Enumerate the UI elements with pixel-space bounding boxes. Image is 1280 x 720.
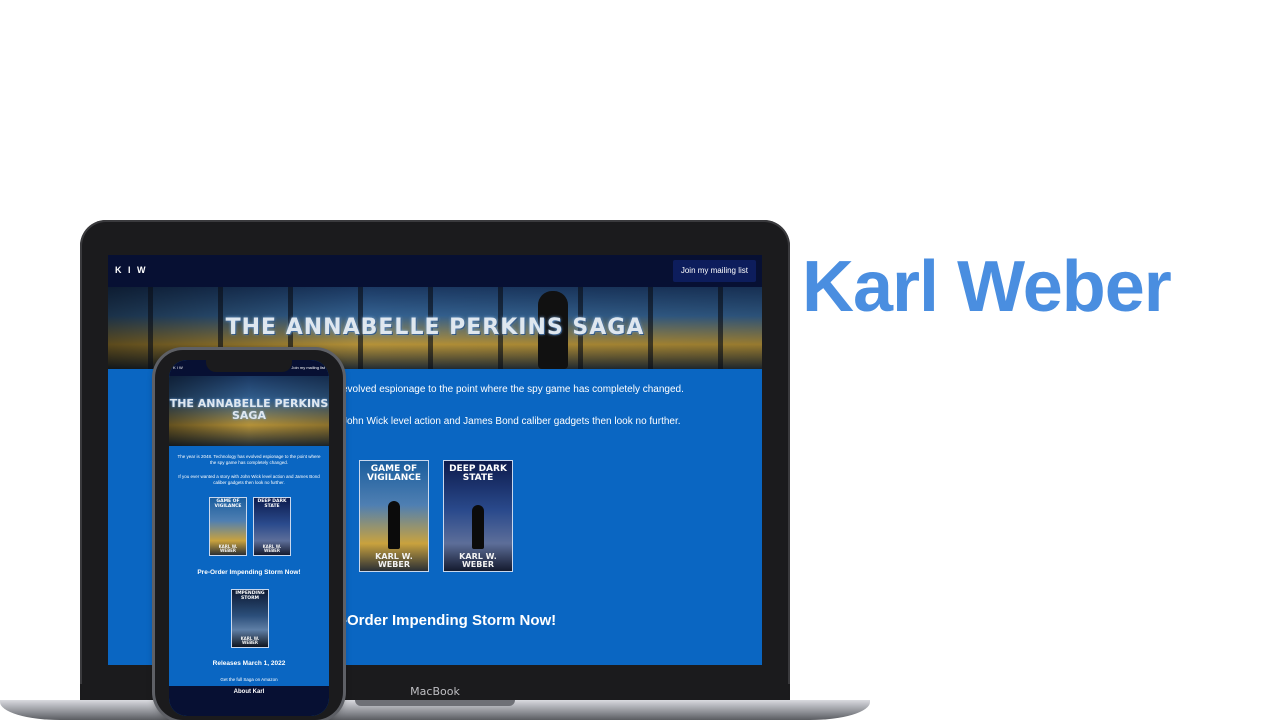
- book-author: KARL W. WEBER: [459, 552, 497, 569]
- book-title: GAME OF VIGILANCE: [366, 464, 422, 483]
- book-author: KARL W. WEBER: [375, 552, 413, 569]
- book-title: DEEP DARK STATE: [257, 499, 287, 509]
- phone-hero-banner: THE ANNABELLE PERKINS SAGA: [169, 376, 329, 446]
- intro-text-line-2: John Wick level action and James Bond ca…: [342, 416, 681, 427]
- phone-intro-text-1: The year is 2048. Technology has evolved…: [177, 454, 321, 465]
- brand-title: Karl Weber: [802, 247, 1172, 327]
- book-title: DEEP DARK STATE: [449, 464, 507, 483]
- phone-intro-text-2: If you ever wanted a story with John Wic…: [178, 474, 320, 485]
- hero-title: THE ANNABELLE PERKINS SAGA: [225, 315, 645, 340]
- phone-notch: [206, 358, 292, 372]
- book-title: IMPENDING STORM: [235, 591, 265, 601]
- phone-hero-title: THE ANNABELLE PERKINS SAGA: [169, 397, 329, 422]
- site-navbar: K I W Join my mailing list: [108, 255, 762, 287]
- book-cover-game-of-vigilance[interactable]: GAME OF VIGILANCE KARL W. WEBER: [359, 460, 429, 572]
- phone-book-impending-storm[interactable]: IMPENDING STORM KARL W. WEBER: [231, 589, 269, 648]
- phone-release-date: Releases March 1, 2022: [212, 660, 286, 667]
- phone-book-deep-dark-state[interactable]: DEEP DARK STATE KARL W. WEBER: [253, 497, 291, 556]
- phone-footer: About Karl: [169, 686, 329, 716]
- site-logo[interactable]: K I W: [115, 265, 148, 275]
- phone-site-logo[interactable]: K I W: [173, 365, 183, 370]
- book-author: KARL W. WEBER: [240, 636, 260, 645]
- phone-book-game-of-vigilance[interactable]: GAME OF VIGILANCE KARL W. WEBER: [209, 497, 247, 556]
- book-cover-deep-dark-state[interactable]: DEEP DARK STATE KARL W. WEBER: [443, 460, 513, 572]
- phone-mailing-list-button[interactable]: Join my mailing list: [291, 365, 325, 370]
- intro-text-line-1: evolved espionage to the point where the…: [342, 384, 684, 395]
- mailing-list-button[interactable]: Join my mailing list: [672, 260, 756, 282]
- phone-preorder-heading: Pre-Order Impending Storm Now!: [197, 569, 301, 576]
- preorder-heading: -Order Impending Storm Now!: [342, 612, 557, 629]
- phone-about-heading[interactable]: About Karl: [169, 689, 329, 695]
- laptop-hinge-notch: [355, 700, 515, 706]
- book-author: KARL W. WEBER: [262, 544, 282, 553]
- book-author: KARL W. WEBER: [218, 544, 238, 553]
- phone-amazon-link[interactable]: Get the full Saga on Amazon: [175, 677, 323, 683]
- book-title: GAME OF VIGILANCE: [214, 499, 242, 509]
- phone-screen: K I W Join my mailing list THE ANNABELLE…: [169, 360, 329, 716]
